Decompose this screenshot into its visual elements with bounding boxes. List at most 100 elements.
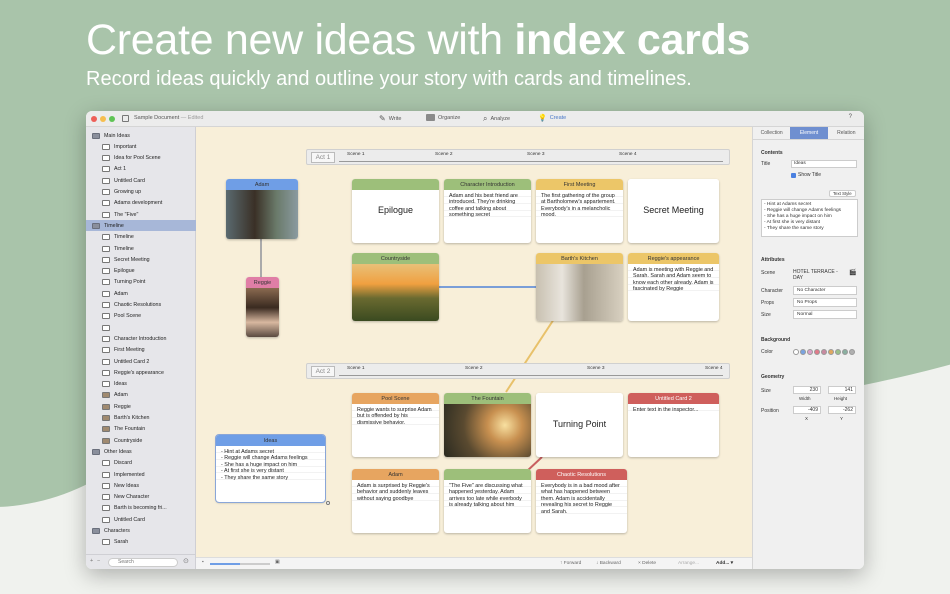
position-y-field[interactable]: -262	[828, 406, 856, 414]
color-swatch[interactable]	[814, 349, 820, 355]
sidebar-item[interactable]: Untitled Card	[86, 514, 196, 525]
zoom-slider[interactable]	[210, 563, 270, 565]
sidebar-item[interactable]: Timeline	[86, 220, 196, 232]
canvas[interactable]: Act 1 Scene 1 Scene 2 Scene 3 Scene 4 Ac…	[196, 127, 752, 557]
sidebar-item[interactable]: Secret Meeting	[86, 254, 196, 265]
filter-icon[interactable]: ⊙	[183, 557, 189, 565]
sidebar-toggle-icon[interactable]	[122, 115, 129, 122]
sidebar-item[interactable]: Important	[86, 141, 196, 152]
sidebar-item[interactable]: First Meeting	[86, 345, 196, 356]
sidebar-item[interactable]: New Ideas	[86, 480, 196, 491]
color-swatch[interactable]	[828, 349, 834, 355]
untitled-card-2[interactable]: Untitled Card 2 Enter text in the inspec…	[628, 393, 719, 457]
sidebar-item[interactable]: Ideas	[86, 379, 196, 390]
sidebar-item[interactable]: Chaotic Resolutions	[86, 300, 196, 311]
turning-point-card[interactable]: Turning Point	[536, 393, 623, 457]
sidebar-item[interactable]: Act 1	[86, 164, 196, 175]
props-select[interactable]: No Props	[793, 298, 857, 307]
zoom-in-icon[interactable]: ▣	[275, 560, 280, 565]
sidebar-item[interactable]: Pool Scene	[86, 311, 196, 322]
arrange-button[interactable]: Arrange...	[678, 561, 699, 566]
sidebar-item[interactable]: Adam	[86, 390, 196, 401]
sidebar-item[interactable]: Idea for Pool Scene	[86, 153, 196, 164]
sidebar-item[interactable]: The "Five"	[86, 209, 196, 220]
toolbar-create-button[interactable]: 💡 Create	[538, 114, 566, 122]
sidebar-item[interactable]: New Character	[86, 492, 196, 503]
character-select[interactable]: No Character	[793, 286, 857, 295]
color-swatch[interactable]	[835, 349, 841, 355]
reggie-photo-card[interactable]: Reggie	[246, 277, 279, 337]
sidebar-item[interactable]: Character Introduction	[86, 333, 196, 344]
position-x-field[interactable]: -409	[793, 406, 821, 414]
pool-scene-card[interactable]: Pool Scene Reggie wants to surprise Adam…	[352, 393, 439, 457]
sidebar-item[interactable]: Turning Point	[86, 277, 196, 288]
add-button[interactable]: Add... ▾	[716, 561, 733, 566]
height-field[interactable]: 141	[828, 386, 856, 394]
sidebar-item[interactable]: Implemented	[86, 469, 196, 480]
add-item-button[interactable]: +	[90, 558, 93, 564]
sidebar-item[interactable]: Discard	[86, 458, 196, 469]
first-meeting-card[interactable]: First Meeting The first gathering of the…	[536, 179, 623, 243]
zoom-window-button[interactable]	[109, 116, 115, 122]
toolbar-analyze-button[interactable]: ⌕ Analyze	[483, 114, 510, 124]
color-swatch[interactable]	[842, 349, 848, 355]
clapperboard-icon[interactable]: 🎬	[849, 269, 856, 276]
toolbar-organize-button[interactable]: Organize	[426, 114, 460, 121]
sidebar-item[interactable]	[86, 322, 196, 333]
sidebar-item[interactable]: Main Ideas	[86, 130, 196, 141]
character-introduction-card[interactable]: Character Introduction Adam and his best…	[444, 179, 531, 243]
zoom-out-icon[interactable]: ▪	[202, 560, 204, 565]
close-window-button[interactable]	[91, 116, 97, 122]
sidebar-item[interactable]: Characters	[86, 526, 196, 537]
resize-handle[interactable]	[326, 501, 330, 505]
adam-card[interactable]: Adam Adam is surprised by Reggie's behav…	[352, 469, 439, 533]
sidebar-item[interactable]: Timeline	[86, 232, 196, 243]
ideas-card[interactable]: Ideas - Hint at Adams secret - Reggie wil…	[215, 434, 326, 503]
color-swatch[interactable]	[849, 349, 855, 355]
delete-button[interactable]: × Delete	[638, 561, 656, 566]
help-button[interactable]: ?	[849, 114, 852, 120]
width-field[interactable]: 230	[793, 386, 821, 394]
sidebar-item[interactable]: Epilogue	[86, 266, 196, 277]
text-style-button[interactable]: Text Style	[829, 190, 856, 197]
tab-element[interactable]: Element	[790, 127, 828, 139]
sidebar-item[interactable]: Reggie's appearance	[86, 367, 196, 378]
sidebar-item[interactable]: Reggie	[86, 401, 196, 412]
tab-relation[interactable]: Relation	[828, 127, 864, 139]
sidebar-item[interactable]: Barth's Kitchen	[86, 413, 196, 424]
text-editor[interactable]: - Hint at Adams secret - Reggie will chan…	[761, 199, 858, 237]
color-swatch[interactable]	[793, 349, 799, 355]
reggies-appearance-card[interactable]: Reggie's appearance Adam is meeting with…	[628, 253, 719, 321]
sidebar-item[interactable]: Sarah	[86, 537, 196, 548]
sidebar-item[interactable]: Adams development	[86, 198, 196, 209]
act-2-timeline[interactable]: Act 2 Scene 1 Scene 2 Scene 3 Scene 4	[306, 363, 730, 379]
color-swatch[interactable]	[821, 349, 827, 355]
countryside-card[interactable]: Countryside	[352, 253, 439, 321]
sidebar-item[interactable]: Countryside	[86, 435, 196, 446]
sidebar-item[interactable]: Adam	[86, 288, 196, 299]
remove-item-button[interactable]: −	[97, 558, 100, 564]
sidebar-item[interactable]: Untitled Card	[86, 175, 196, 186]
backward-button[interactable]: ↓ Backward	[596, 561, 621, 566]
sidebar-item[interactable]: Other Ideas	[86, 446, 196, 457]
the-fountain-card[interactable]: The Fountain	[444, 393, 531, 457]
chaotic-resolutions-card[interactable]: Chaotic Resolutions Everybody is in a ba…	[536, 469, 627, 533]
size-select[interactable]: Normal	[793, 310, 857, 319]
epilogue-card[interactable]: Epilogue	[352, 179, 439, 243]
sidebar-item[interactable]: Barth is becoming fri...	[86, 503, 196, 514]
secret-meeting-card[interactable]: Secret Meeting	[628, 179, 719, 243]
toolbar-write-button[interactable]: ✎ Write	[379, 114, 401, 123]
sidebar-item[interactable]: Growing up	[86, 187, 196, 198]
title-field[interactable]: Ideas	[791, 160, 857, 168]
sidebar-item[interactable]: Timeline	[86, 243, 196, 254]
adam-photo-card[interactable]: Adam	[226, 179, 298, 239]
color-swatch[interactable]	[807, 349, 813, 355]
sidebar-search-input[interactable]: Search	[108, 558, 178, 567]
the-five-card[interactable]: "The Five" are discussing what happened …	[444, 469, 531, 533]
show-title-checkbox[interactable]: Show Title	[791, 172, 821, 178]
barths-kitchen-card[interactable]: Barth's Kitchen	[536, 253, 623, 321]
sidebar-item[interactable]: The Fountain	[86, 424, 196, 435]
color-swatch[interactable]	[800, 349, 806, 355]
sidebar-item[interactable]: Untitled Card 2	[86, 356, 196, 367]
tab-collection[interactable]: Collection	[753, 127, 790, 139]
